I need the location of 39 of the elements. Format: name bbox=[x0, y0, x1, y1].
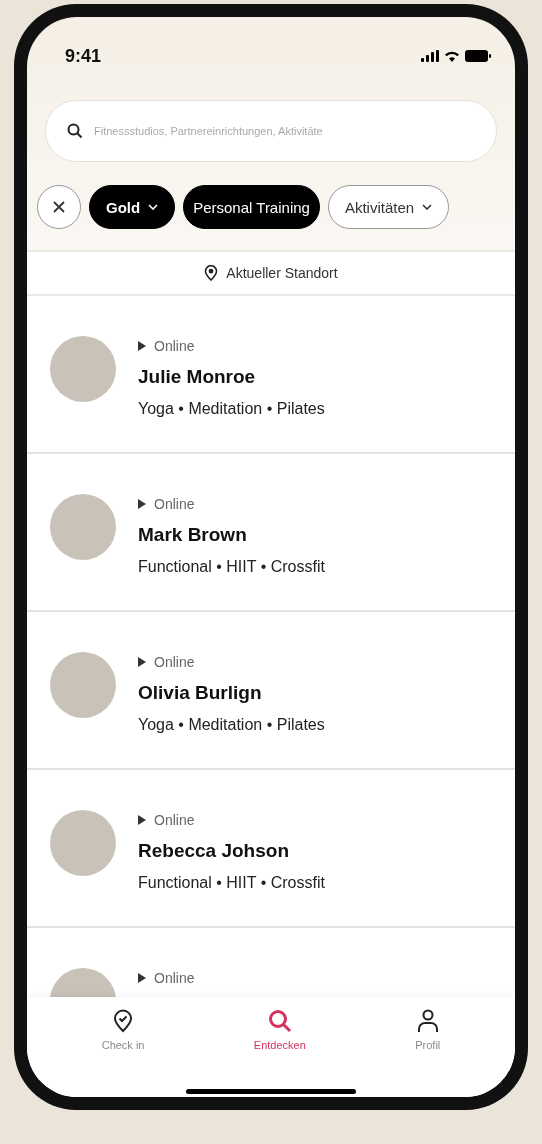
play-icon bbox=[138, 499, 146, 509]
battery-icon bbox=[465, 50, 491, 62]
online-status: Online bbox=[154, 338, 195, 354]
trainer-activities: Yoga • Meditation • Pilates bbox=[138, 400, 325, 418]
tab-bar-item[interactable]: Check in bbox=[87, 1005, 159, 1055]
play-icon bbox=[138, 341, 146, 351]
trainer-name[interactable]: Rebecca Johson bbox=[138, 840, 325, 862]
filter-chip[interactable]: Personal Training bbox=[183, 185, 320, 229]
online-status: Online bbox=[154, 654, 195, 670]
chevron-down-icon bbox=[148, 204, 159, 210]
current-location-label[interactable]: Aktueller Standort bbox=[226, 265, 338, 281]
play-icon bbox=[138, 973, 146, 983]
trainer-activities: Functional • HIIT • Crossfit bbox=[138, 874, 325, 892]
trainer-name[interactable]: Mark Brown bbox=[138, 524, 325, 546]
tab-bar-item[interactable]: Entdecken bbox=[239, 1005, 320, 1055]
play-icon bbox=[138, 657, 146, 667]
clear-filters-button[interactable] bbox=[37, 185, 81, 229]
tab-bar-item[interactable]: Profil bbox=[401, 1005, 455, 1055]
search-icon bbox=[267, 1009, 292, 1033]
chevron-down-icon bbox=[422, 204, 433, 210]
online-status: Online bbox=[154, 970, 195, 986]
search-icon bbox=[67, 123, 83, 139]
online-status: Online bbox=[154, 812, 195, 828]
pin-check-icon bbox=[113, 1009, 134, 1033]
wifi-icon bbox=[444, 50, 460, 62]
online-status: Online bbox=[154, 496, 195, 512]
close-icon bbox=[53, 201, 65, 213]
play-icon bbox=[138, 815, 146, 825]
filter-dropdown[interactable]: Aktivitäten bbox=[327, 185, 450, 229]
search-field[interactable]: Fitnessstudios, Partnereinrichtungen, Aktivitäte bbox=[45, 100, 497, 162]
filter-dropdown[interactable]: Gold bbox=[89, 185, 176, 229]
signal-icon bbox=[421, 50, 439, 62]
trainer-activities: Yoga • Meditation • Pilates bbox=[138, 716, 325, 734]
trainer-activities: Functional • HIIT • Crossfit bbox=[138, 558, 325, 576]
location-pin-icon bbox=[204, 265, 219, 281]
trainer-name[interactable]: Julie Monroe bbox=[138, 366, 325, 388]
trainer-name[interactable]: Olivia Burlign bbox=[138, 682, 325, 704]
status-time: 9:41 bbox=[65, 45, 102, 67]
person-icon bbox=[416, 1009, 439, 1033]
